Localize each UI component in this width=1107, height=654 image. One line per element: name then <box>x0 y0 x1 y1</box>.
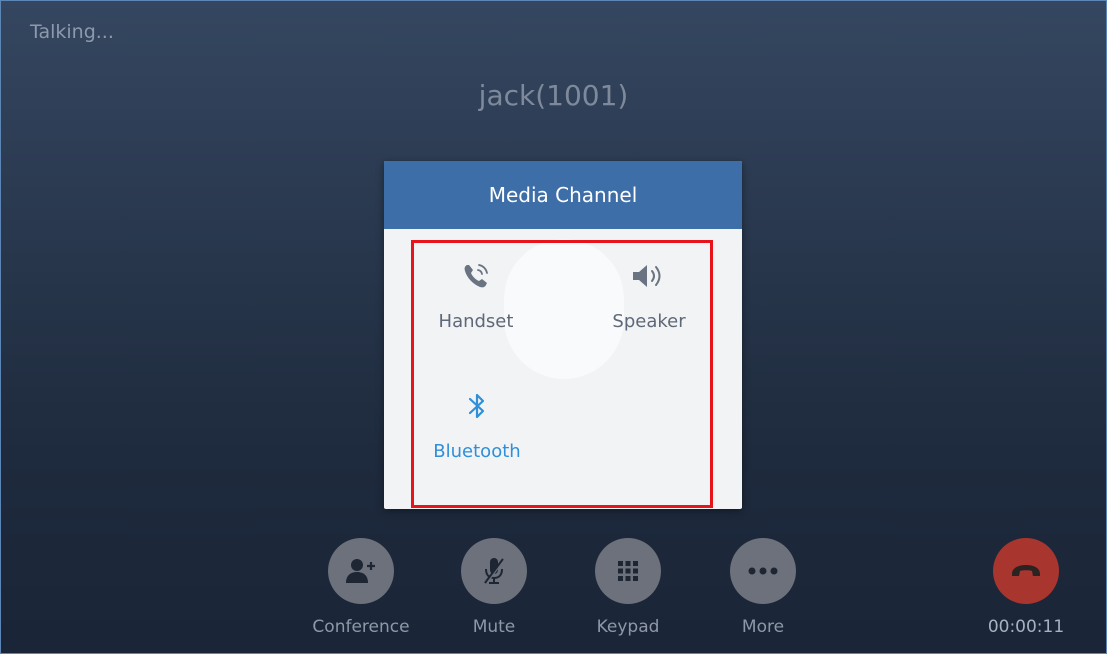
call-status: Talking... <box>30 21 114 43</box>
media-channel-dialog: Media Channel Handset Speaker Bluetooth <box>384 161 742 509</box>
call-screen: Talking... jack(1001) Media Channel Hand… <box>0 0 1107 654</box>
call-timer: 00:00:11 <box>987 617 1065 637</box>
keypad-control: Keypad <box>568 538 688 637</box>
microphone-muted-icon <box>484 558 506 584</box>
keypad-label: Keypad <box>596 617 660 637</box>
hangup-button[interactable] <box>993 538 1059 604</box>
more-label: More <box>741 617 785 637</box>
highlight-annotation-box <box>411 240 713 508</box>
add-person-icon <box>346 559 375 583</box>
more-button[interactable] <box>730 538 796 604</box>
conference-button[interactable] <box>328 538 394 604</box>
end-call-icon <box>1012 565 1040 576</box>
conference-control: Conference <box>301 538 421 637</box>
mute-button[interactable] <box>461 538 527 604</box>
keypad-button[interactable] <box>595 538 661 604</box>
conference-label: Conference <box>312 617 410 637</box>
caller-name: jack(1001) <box>478 79 629 112</box>
dialog-title: Media Channel <box>384 161 742 229</box>
dialog-body: Handset Speaker Bluetooth <box>384 229 742 509</box>
hangup-control: 00:00:11 <box>966 538 1086 637</box>
more-control: More <box>703 538 823 637</box>
mute-label: Mute <box>472 617 516 637</box>
more-dots-icon <box>748 567 778 575</box>
mute-control: Mute <box>434 538 554 637</box>
keypad-icon <box>618 561 638 581</box>
